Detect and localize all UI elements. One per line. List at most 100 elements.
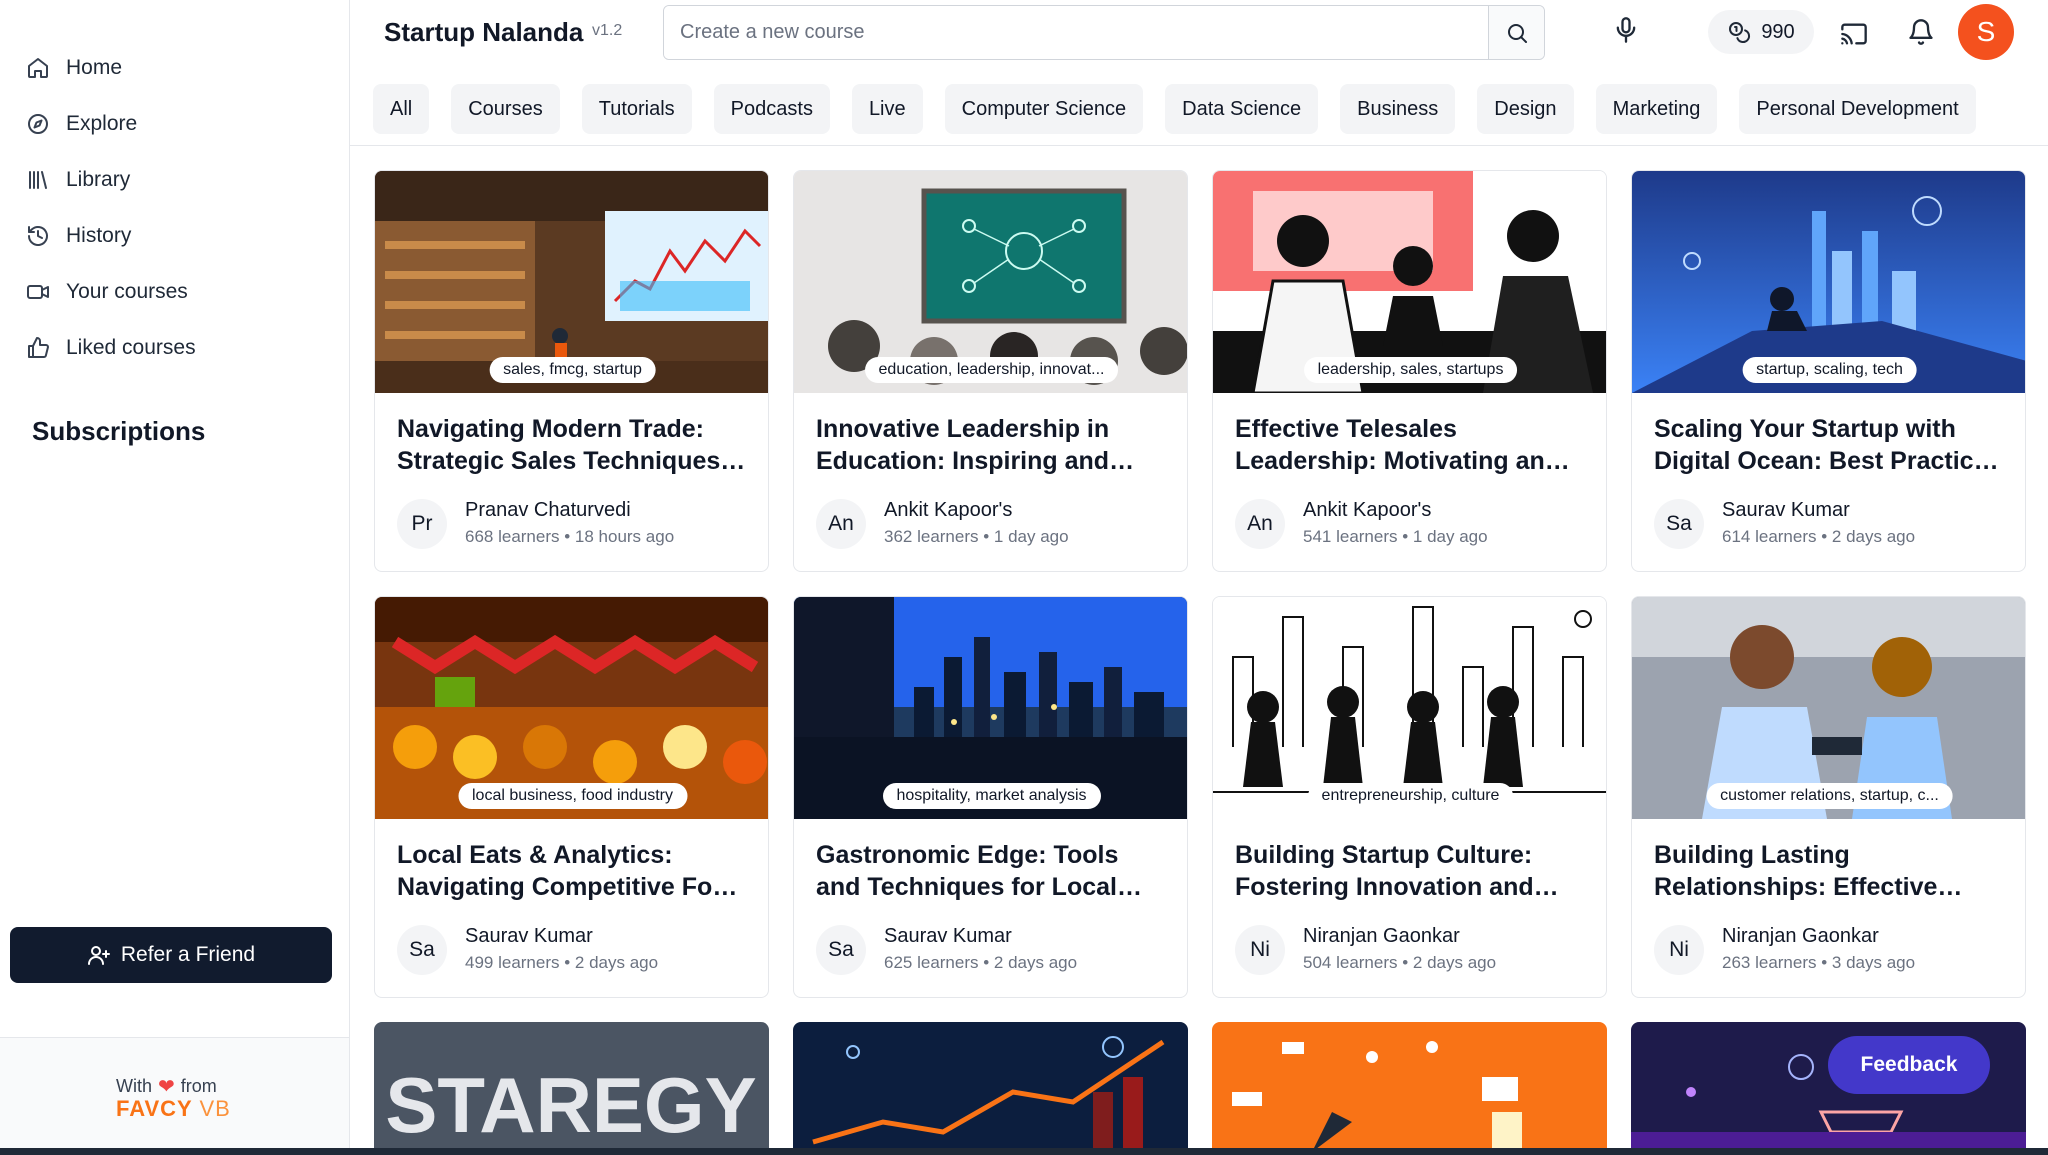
refer-friend-label: Refer a Friend	[120, 943, 256, 966]
course-tags: customer relations, startup, c...	[1706, 783, 1953, 809]
course-card[interactable]: education, leadership, innovat... Innova…	[793, 170, 1188, 572]
chip-personal-development[interactable]: Personal Development	[1739, 84, 1976, 134]
author-name[interactable]: Niranjan Gaonkar	[1722, 925, 1879, 948]
home-icon	[28, 58, 48, 78]
author-name[interactable]: Niranjan Gaonkar	[1303, 925, 1460, 948]
coins-icon	[1729, 22, 1751, 43]
course-tags: education, leadership, innovat...	[864, 357, 1119, 383]
bell-icon	[1909, 19, 1933, 45]
course-tags: local business, food industry	[458, 783, 687, 809]
microphone-icon	[1616, 17, 1636, 43]
course-thumbnail: STAREGY	[374, 1022, 769, 1152]
course-thumbnail: entrepreneurship, culture	[1213, 597, 1606, 819]
course-thumbnail: local business, food industry	[375, 597, 768, 819]
sidebar-item-label: History	[66, 224, 132, 247]
course-tags: startup, scaling, tech	[1742, 357, 1917, 383]
course-title[interactable]: Navigating Modern Trade: Strategic Sales…	[397, 413, 747, 477]
feedback-button[interactable]: Feedback	[1828, 1036, 1990, 1094]
chip-courses[interactable]: Courses	[451, 84, 560, 134]
course-card-partial[interactable]	[793, 1022, 1188, 1152]
course-meta: 362 learners • 1 day ago	[884, 527, 1069, 546]
sidebar-nav: Home Explore Library History Your course…	[0, 40, 350, 376]
notifications-button[interactable]	[1907, 18, 1935, 51]
course-card[interactable]: hospitality, market analysis Gastronomic…	[793, 596, 1188, 998]
author-name[interactable]: Ankit Kapoor's	[884, 499, 1012, 522]
sidebar-item-library[interactable]: Library	[0, 152, 350, 208]
sidebar-item-label: Library	[66, 168, 131, 191]
topbar: Startup Nalanda v1.2 990 S	[350, 0, 2048, 64]
search-input[interactable]	[664, 6, 1488, 59]
history-icon	[28, 226, 48, 246]
search-icon	[1507, 23, 1527, 43]
sidebar-item-home[interactable]: Home	[0, 40, 350, 96]
chip-design[interactable]: Design	[1477, 84, 1574, 134]
thumbs-up-icon	[28, 337, 49, 358]
author-name[interactable]: Ankit Kapoor's	[1303, 499, 1431, 522]
sidebar-footer: With ❤ from FAVCY VB	[0, 1037, 349, 1155]
sidebar-item-label: Liked courses	[66, 336, 196, 359]
author-name[interactable]: Saurav Kumar	[1722, 499, 1850, 522]
course-card[interactable]: entrepreneurship, culture Building Start…	[1212, 596, 1607, 998]
author-name[interactable]: Saurav Kumar	[884, 925, 1012, 948]
course-title[interactable]: Building Lasting Relationships: Effectiv…	[1654, 839, 2004, 903]
course-card[interactable]: customer relations, startup, c... Buildi…	[1631, 596, 2026, 998]
course-card[interactable]: leadership, sales, startups Effective Te…	[1212, 170, 1607, 572]
sidebar-item-explore[interactable]: Explore	[0, 96, 350, 152]
sidebar: Home Explore Library History Your course…	[0, 0, 350, 1155]
favcy-logo[interactable]: FAVCY VB	[116, 1096, 231, 1122]
course-tags: entrepreneurship, culture	[1307, 783, 1514, 809]
author-avatar: Pr	[397, 499, 447, 549]
sidebar-item-your-courses[interactable]: Your courses	[0, 264, 350, 320]
sidebar-item-label: Explore	[66, 112, 138, 135]
user-avatar[interactable]: S	[1958, 4, 2014, 60]
author-avatar: Sa	[1654, 499, 1704, 549]
window-bottom-edge	[0, 1148, 2048, 1155]
sidebar-item-liked-courses[interactable]: Liked courses	[0, 320, 350, 376]
chip-podcasts[interactable]: Podcasts	[713, 84, 830, 134]
user-plus-icon	[87, 946, 110, 965]
voice-search-button[interactable]	[1612, 16, 1640, 49]
chip-marketing[interactable]: Marketing	[1595, 84, 1718, 134]
course-title[interactable]: Gastronomic Edge: Tools and Techniques f…	[816, 839, 1166, 903]
search-button[interactable]	[1488, 6, 1544, 59]
chip-tutorials[interactable]: Tutorials	[581, 84, 692, 134]
author-avatar: Ni	[1654, 925, 1704, 975]
chip-live[interactable]: Live	[851, 84, 923, 134]
video-icon	[27, 285, 49, 299]
app-title[interactable]: Startup Nalanda	[384, 17, 583, 48]
compass-icon	[28, 114, 48, 134]
course-tags: leadership, sales, startups	[1303, 357, 1518, 383]
course-card[interactable]: sales, fmcg, startup Navigating Modern T…	[374, 170, 769, 572]
course-meta: 263 learners • 3 days ago	[1722, 953, 1916, 972]
credits-badge[interactable]: 990	[1708, 10, 1814, 54]
category-chips: All Courses Tutorials Podcasts Live Comp…	[350, 84, 2048, 134]
course-title[interactable]: Scaling Your Startup with Digital Ocean:…	[1654, 413, 2004, 477]
course-title[interactable]: Building Startup Culture: Fostering Inno…	[1235, 839, 1585, 903]
author-avatar: Ni	[1235, 925, 1285, 975]
cast-button[interactable]	[1840, 20, 1868, 53]
credits-count: 990	[1761, 20, 1795, 43]
course-title[interactable]: Effective Telesales Leadership: Motivati…	[1235, 413, 1585, 477]
course-card-partial[interactable]: STAREGY	[374, 1022, 769, 1152]
course-title[interactable]: Innovative Leadership in Education: Insp…	[816, 413, 1166, 477]
chip-business[interactable]: Business	[1340, 84, 1456, 134]
course-title[interactable]: Local Eats & Analytics: Navigating Compe…	[397, 839, 747, 903]
course-card[interactable]: local business, food industry Local Eats…	[374, 596, 769, 998]
author-name[interactable]: Saurav Kumar	[465, 925, 593, 948]
course-thumbnail: education, leadership, innovat...	[794, 171, 1187, 393]
course-card-partial[interactable]	[1212, 1022, 1607, 1152]
course-meta: 499 learners • 2 days ago	[465, 953, 659, 972]
author-name[interactable]: Pranav Chaturvedi	[465, 499, 631, 522]
refer-friend-button[interactable]: Refer a Friend	[10, 927, 332, 983]
chip-data-science[interactable]: Data Science	[1165, 84, 1319, 134]
chip-computer-science[interactable]: Computer Science	[944, 84, 1144, 134]
cast-icon	[1841, 23, 1867, 45]
chip-all[interactable]: All	[373, 84, 430, 134]
course-meta: 504 learners • 2 days ago	[1303, 953, 1497, 972]
app-root: Home Explore Library History Your course…	[0, 0, 2048, 1155]
course-meta: 614 learners • 2 days ago	[1722, 527, 1916, 546]
course-thumbnail	[793, 1022, 1188, 1152]
course-thumbnail: sales, fmcg, startup	[375, 171, 768, 393]
sidebar-item-history[interactable]: History	[0, 208, 350, 264]
course-card[interactable]: startup, scaling, tech Scaling Your Star…	[1631, 170, 2026, 572]
